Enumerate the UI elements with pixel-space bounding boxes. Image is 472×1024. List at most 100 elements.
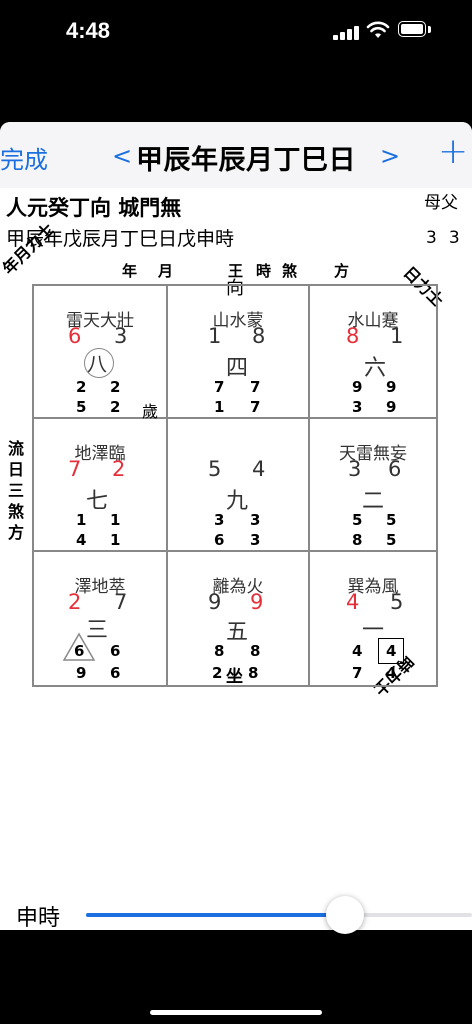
hexagram-name: 地澤臨 [74,444,126,464]
left-label-char: 方 [8,523,25,542]
hourly-star: 1 [110,531,121,549]
water-star: 9 [250,590,264,614]
done-button[interactable]: 完成 [0,140,48,175]
left-vertical-label: 流 日 三 煞 方 [8,438,26,543]
annual-star: 1 [76,511,87,529]
base-star: 七 [86,489,109,514]
direction-info: 人元癸丁向 城門無 [6,196,182,220]
daily-star: 2 [212,664,223,682]
palace-cell[interactable]: 巽為風 4 5 一 4 4 7 4 [310,552,436,685]
left-label-char: 日 [8,460,25,479]
annual-star: 8 [214,642,225,660]
daily-star: 1 [214,398,225,416]
mountain-star: 1 [208,324,222,348]
hexagram-name: 離為火 [212,577,264,597]
water-star: 2 [112,457,126,481]
annual-star: 7 [214,378,225,396]
monthly-star: 5 [386,511,397,529]
monthly-star: 6 [110,642,121,660]
hourly-star: 7 [250,398,261,416]
top-label-sha: 煞 [282,262,298,280]
wifi-icon [366,21,390,38]
monthly-star: 1 [110,511,121,529]
palace-cell[interactable]: 雷天大壯 6 3 八 2 2 5 2 歲 [34,286,166,421]
base-star: 八 [87,352,107,376]
sitting-mark: 坐 [226,667,243,687]
mountain-star: 7 [68,457,82,481]
water-star: 5 [390,590,404,614]
left-label-char: 三 [8,481,25,500]
monthly-star: 8 [250,642,261,660]
hexagram-name: 水山蹇 [347,311,399,331]
mountain-star: 4 [346,590,360,614]
hour-slider-track[interactable] [86,913,472,917]
daily-star: 9 [76,664,87,682]
parents-value-father: 3 [448,228,472,248]
monthly-star: 4 [386,642,397,660]
base-star: 二 [362,489,385,514]
chart-sheet: 完成 < 甲辰年辰月丁巳日 > + 人元癸丁向 城門無 甲辰年戊辰月丁巳日戊申時… [0,122,472,934]
palace-cell[interactable]: 離為火 9 9 五 8 8 2 坐 8 [168,552,308,687]
top-label-direction: 方 [334,262,350,280]
palace-cell[interactable]: 澤地萃 2 7 三 6 6 9 6 [34,552,166,685]
water-star: 4 [252,457,266,481]
mountain-star: 6 [68,324,82,348]
previous-day-button[interactable]: < [112,142,132,170]
hourly-star: 2 [110,398,121,416]
annual-star: 9 [352,378,363,396]
hour-label: 申時 [16,906,61,931]
palace-cell[interactable]: 山水蒙 1 8 四 7 7 1 7 [168,286,308,419]
hourly-star: 5 [386,531,397,549]
base-star: 六 [364,356,387,381]
parents-values: 33 [426,228,472,248]
add-button[interactable]: + [438,134,468,170]
water-star: 3 [114,324,128,348]
left-label-char: 煞 [8,502,25,521]
cellular-signal-icon [333,24,359,40]
hourly-star: 8 [248,664,259,682]
next-day-button[interactable]: > [380,142,400,170]
annual-star: 4 [352,642,363,660]
palace-cell[interactable]: 5 4 九 3 3 6 3 [168,419,308,552]
hour-slider-fill [86,913,346,917]
hourly-star: 6 [110,664,121,682]
page-title: 甲辰年辰月丁巳日 [136,145,356,176]
hexagram-name: 巽為風 [347,577,399,597]
top-label-hour: 時 [256,262,272,280]
mountain-star: 2 [68,590,82,614]
daily-star: 6 [214,531,225,549]
water-star: 6 [388,457,402,481]
hexagram-name: 天雷無妄 [339,444,407,464]
hour-slider-thumb[interactable] [326,896,365,934]
hourly-star: 4 [386,664,397,682]
mountain-star: 3 [348,457,362,481]
mountain-star: 5 [208,457,222,481]
water-star: 8 [252,324,266,348]
monthly-star: 2 [110,378,121,396]
monthly-star: 3 [250,511,261,529]
monthly-star: 7 [250,378,261,396]
status-bar: 4:48 [0,0,472,122]
annual-star: 2 [76,378,87,396]
parents-value-mother: 3 [426,228,449,248]
left-label-char: 流 [8,439,25,458]
hexagram-name: 澤地萃 [74,577,126,597]
annual-star: 3 [214,511,225,529]
hourly-star: 9 [386,398,397,416]
palace-cell[interactable]: 天雷無妄 3 6 二 5 5 8 5 [310,419,436,552]
palace-cell[interactable]: 地澤臨 7 2 七 1 1 4 1 [34,419,166,552]
navigation-bar: 完成 < 甲辰年辰月丁巳日 > + [0,122,472,188]
water-star: 1 [390,324,404,348]
base-star: 四 [226,356,249,381]
status-time: 4:48 [66,18,111,43]
monthly-star: 9 [386,378,397,396]
home-indicator [150,1010,322,1015]
daily-star: 8 [352,531,363,549]
mountain-star: 8 [346,324,360,348]
hexagram-name: 山水蒙 [212,311,264,331]
hourly-star: 3 [250,531,261,549]
palace-cell[interactable]: 水山蹇 8 1 六 9 9 3 9 [310,286,436,419]
annual-star: 6 [74,642,85,660]
base-star: 五 [226,620,249,645]
water-star: 7 [114,590,128,614]
